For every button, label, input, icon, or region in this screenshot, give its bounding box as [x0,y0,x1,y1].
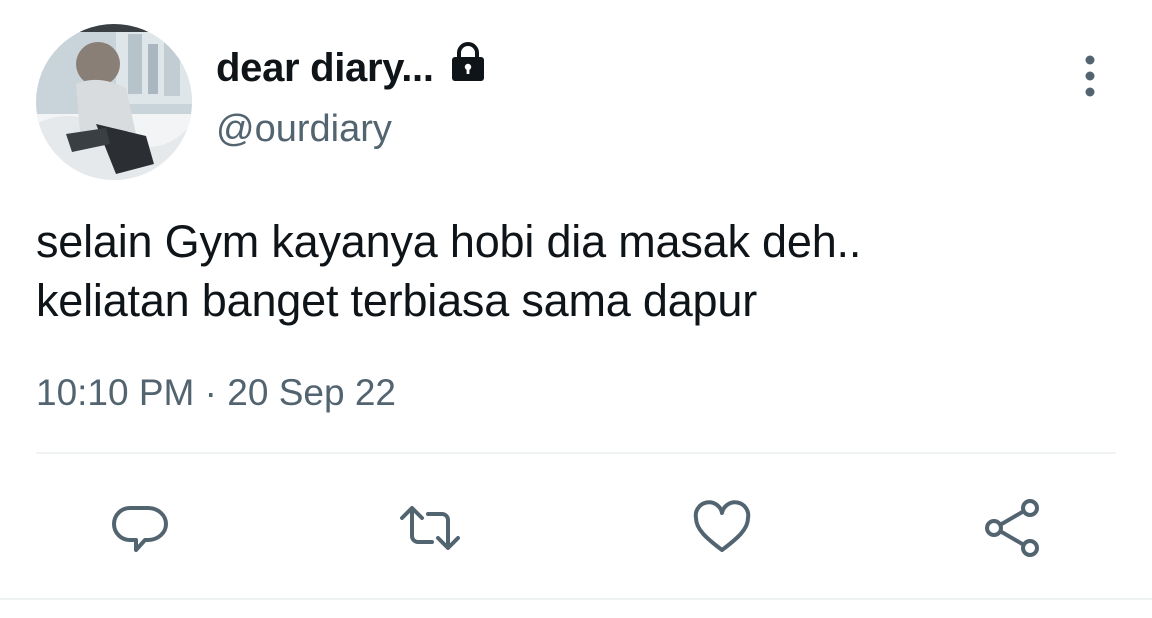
retweet-button[interactable] [398,496,462,560]
retweet-icon [400,506,460,550]
reply-button[interactable] [108,496,172,560]
reply-icon [112,506,168,552]
share-button[interactable] [980,496,1044,560]
user-handle[interactable]: @ourdiary [216,108,392,151]
tweet-time[interactable]: 10:10 PM [36,372,194,413]
heart-icon [693,500,751,552]
like-button[interactable] [690,496,754,560]
tweet-card: dear diary... @ourdiary selain Gym kayan… [0,0,1152,618]
avatar[interactable] [36,24,192,180]
lock-icon [446,40,490,84]
tweet-text-line: selain Gym kayanya hobi dia masak deh.. [36,216,862,267]
avatar-photo [36,24,192,180]
more-vertical-icon[interactable] [1070,54,1110,98]
divider-bottom [0,598,1152,600]
meta-separator: · [204,372,217,413]
divider [36,452,1116,454]
tweet-text-line: keliatan banget terbiasa sama dapur [36,275,757,326]
tweet-metadata: 10:10 PM · 20 Sep 22 [36,372,396,414]
tweet-text: selain Gym kayanya hobi dia masak deh.. … [36,212,1116,330]
display-name[interactable]: dear diary... [216,46,434,91]
tweet-date[interactable]: 20 Sep 22 [227,372,396,413]
display-name-row: dear diary... [216,40,490,96]
share-icon [985,499,1039,557]
